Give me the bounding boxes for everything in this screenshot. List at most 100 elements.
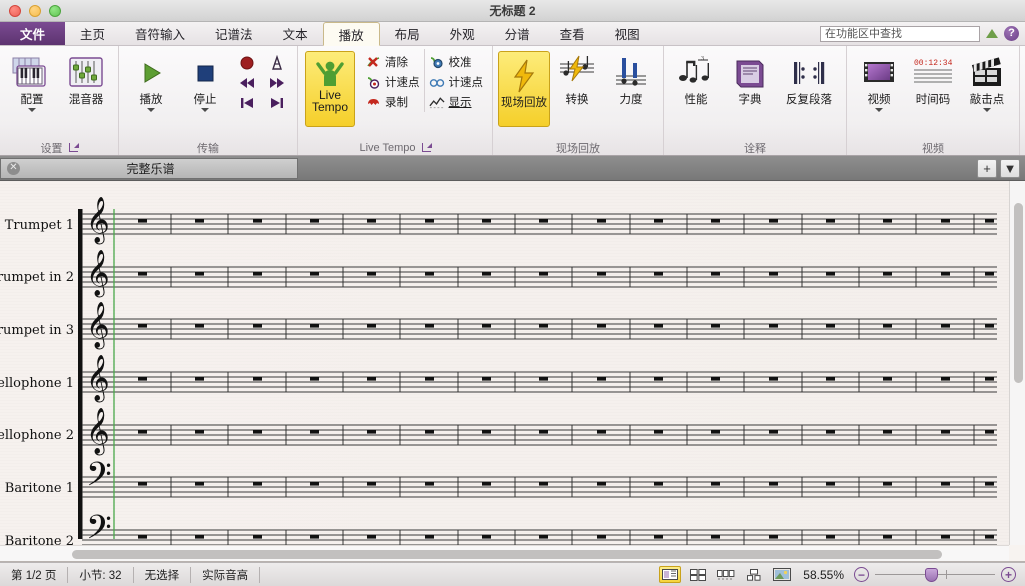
hit-points-button[interactable]: 敲击点 bbox=[960, 49, 1014, 112]
single-page-view-icon[interactable] bbox=[743, 566, 765, 583]
live-tempo-label-line2: Tempo bbox=[312, 101, 348, 113]
zoom-slider[interactable] bbox=[875, 567, 995, 582]
document-tab-full-score[interactable]: ✕ 完整乐谱 bbox=[0, 158, 298, 179]
live-playback-button[interactable]: 现场回放 bbox=[498, 51, 550, 127]
svg-text:00:12:34: 00:12:34 bbox=[914, 59, 953, 68]
go-to-end-icon[interactable] bbox=[268, 96, 286, 110]
fast-forward-icon[interactable] bbox=[268, 76, 286, 90]
horizontal-view-icon[interactable] bbox=[715, 566, 737, 583]
beat-points-button[interactable]: 计速点 bbox=[425, 72, 488, 92]
repeats-label: 反复段落 bbox=[786, 94, 832, 106]
ribbon-group-live-playback-label: 现场回放 bbox=[498, 140, 658, 155]
keyboard-config-icon bbox=[12, 52, 52, 94]
record-tempo-label: 录制 bbox=[385, 94, 408, 110]
chevron-down-icon[interactable] bbox=[28, 108, 36, 112]
ribbon-tab-file[interactable]: 文件 bbox=[0, 22, 65, 45]
ribbon-tab-layout[interactable]: 布局 bbox=[380, 22, 435, 45]
maximize-window-button[interactable] bbox=[49, 5, 61, 17]
record-icon[interactable] bbox=[239, 55, 255, 71]
window-titlebar: 无标题 2 bbox=[0, 0, 1025, 22]
staff-name-trumpet-in-2: Trumpet in 2 bbox=[0, 270, 74, 285]
stop-button[interactable]: 停止 bbox=[178, 49, 232, 112]
tab-list-icon[interactable]: ▼ bbox=[1000, 159, 1020, 178]
tap-points-button[interactable]: 计速点 bbox=[361, 72, 424, 92]
score-vertical-scroll-thumb[interactable] bbox=[1014, 203, 1023, 383]
ribbon-tab-text[interactable]: 文本 bbox=[268, 22, 323, 45]
staff-name-baritone-1: Baritone 1 bbox=[5, 481, 74, 496]
live-tempo-left-column: 清除 计速点 录制 bbox=[361, 49, 424, 112]
show-tempo-button[interactable]: 显示 bbox=[425, 92, 488, 112]
minimize-window-button[interactable] bbox=[29, 5, 41, 17]
score-horizontal-scrollbar[interactable] bbox=[0, 545, 1009, 561]
ribbon-tab-notations[interactable]: 记谱法 bbox=[200, 22, 268, 45]
svg-text:𝄞: 𝄞 bbox=[86, 355, 110, 403]
transform-button[interactable]: 转换 bbox=[550, 49, 604, 106]
svg-text:𝄞: 𝄞 bbox=[86, 302, 110, 350]
statusbar: 第 1/2 页 小节: 32 无选择 实际音高 58.55% − bbox=[0, 562, 1025, 586]
ribbon-tabbar-right: ? bbox=[820, 22, 1025, 45]
finale-sibelius-window: 无标题 2 文件 主页 音符输入 记谱法 文本 播放 布局 外观 分谱 查看 视… bbox=[0, 0, 1025, 586]
dictionary-button[interactable]: 字典 bbox=[723, 49, 777, 106]
ribbon-group-live-tempo-label: Live Tempo bbox=[303, 140, 487, 155]
panorama-view-icon[interactable] bbox=[659, 566, 681, 583]
ribbon-tab-home[interactable]: 主页 bbox=[65, 22, 120, 45]
calibrate-button[interactable]: 校准 bbox=[425, 52, 488, 72]
dynamics-button[interactable]: 力度 bbox=[604, 49, 658, 106]
metronome-icon[interactable] bbox=[269, 55, 285, 71]
mixer-button[interactable]: 混音器 bbox=[59, 49, 113, 106]
full-screen-view-icon[interactable] bbox=[771, 566, 793, 583]
live-playback-group-title: 现场回放 bbox=[556, 140, 600, 156]
chevron-down-icon[interactable] bbox=[147, 108, 155, 112]
video-button[interactable]: 视频 bbox=[852, 49, 906, 112]
help-icon[interactable]: ? bbox=[1004, 26, 1019, 41]
ribbon-tab-parts[interactable]: 分谱 bbox=[490, 22, 545, 45]
score-system: 𝄞 𝄞 𝄞 𝄞 𝄞 𝄢 𝄢 bbox=[0, 181, 1009, 562]
calibrate-label: 校准 bbox=[449, 54, 472, 70]
ribbon-tab-note-input[interactable]: 音符输入 bbox=[120, 22, 200, 45]
rewind-icon[interactable] bbox=[238, 76, 256, 90]
close-tab-icon[interactable]: ✕ bbox=[7, 162, 20, 175]
ribbon-search-input[interactable] bbox=[820, 26, 980, 42]
ribbon-group-interpretation: 3 性能 字典 bbox=[664, 46, 847, 155]
live-tempo-dialog-launcher-icon[interactable] bbox=[422, 143, 431, 152]
spread-view-icon[interactable] bbox=[687, 566, 709, 583]
beat-points-icon bbox=[429, 74, 445, 90]
svg-text:𝄞: 𝄞 bbox=[86, 197, 110, 245]
performance-button[interactable]: 3 性能 bbox=[669, 49, 723, 106]
ribbon-tab-view[interactable]: 视图 bbox=[600, 22, 655, 45]
chevron-down-icon[interactable] bbox=[875, 108, 883, 112]
zoom-in-button[interactable]: + bbox=[1001, 567, 1016, 582]
go-to-start-icon[interactable] bbox=[238, 96, 256, 110]
close-window-button[interactable] bbox=[9, 5, 21, 17]
status-pitch-mode: 实际音高 bbox=[191, 567, 260, 583]
clear-tempo-button[interactable]: 清除 bbox=[361, 52, 424, 72]
clear-tempo-label: 清除 bbox=[385, 54, 408, 70]
ribbon-tab-appearance[interactable]: 外观 bbox=[435, 22, 490, 45]
ribbon-tab-review[interactable]: 查看 bbox=[545, 22, 600, 45]
zoom-out-button[interactable]: − bbox=[854, 567, 869, 582]
svg-text:𝄢: 𝄢 bbox=[86, 456, 112, 502]
svg-text:𝄞: 𝄞 bbox=[86, 408, 110, 456]
live-tempo-button[interactable]: Live Tempo bbox=[305, 51, 355, 127]
score-vertical-scrollbar[interactable] bbox=[1009, 181, 1025, 545]
chevron-down-icon[interactable] bbox=[201, 108, 209, 112]
performance-icon: 3 bbox=[676, 52, 716, 94]
dictionary-icon bbox=[733, 52, 767, 94]
zoom-slider-knob[interactable] bbox=[925, 568, 938, 582]
timecode-button[interactable]: 00:12:34 时间码 bbox=[906, 49, 960, 106]
ribbon-tab-play[interactable]: 播放 bbox=[323, 22, 380, 46]
repeats-button[interactable]: 反复段落 bbox=[777, 49, 841, 106]
tap-point-icon bbox=[365, 74, 381, 90]
zoom-slider-tick bbox=[946, 570, 947, 579]
performance-label: 性能 bbox=[685, 94, 708, 106]
record-tempo-button[interactable]: 录制 bbox=[361, 92, 424, 112]
add-tab-icon[interactable]: + bbox=[977, 159, 997, 178]
chevron-down-icon[interactable] bbox=[983, 108, 991, 112]
setup-dialog-launcher-icon[interactable] bbox=[69, 143, 78, 152]
show-graph-icon bbox=[429, 94, 445, 110]
collapse-ribbon-icon[interactable] bbox=[986, 29, 998, 38]
score-canvas[interactable]: 𝄞 𝄞 𝄞 𝄞 𝄞 𝄢 𝄢 bbox=[0, 181, 1025, 562]
play-button[interactable]: 播放 bbox=[124, 49, 178, 112]
configuration-button[interactable]: 配置 bbox=[5, 49, 59, 112]
score-horizontal-scroll-thumb[interactable] bbox=[72, 550, 942, 559]
